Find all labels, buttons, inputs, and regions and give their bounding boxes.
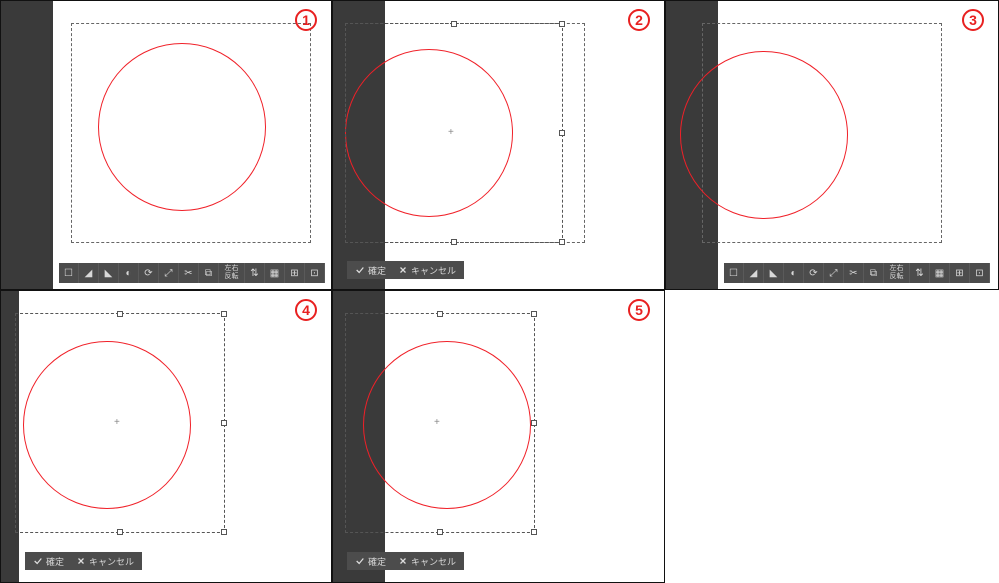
handle-right-mid[interactable] [531, 420, 537, 426]
handle-bottom-right[interactable] [559, 239, 565, 245]
step-badge: 4 [295, 299, 317, 321]
panel-step-2: + 2 確定 キャンセル [332, 0, 665, 290]
cancel-button[interactable]: キャンセル [394, 264, 460, 277]
step-badge: 2 [628, 9, 650, 31]
tool-flip-horizontal[interactable]: 左右 反転 [884, 263, 910, 283]
tool-copy-icon[interactable]: ⧉ [199, 263, 219, 283]
tool-flip-vertical-icon[interactable]: ⇅ [245, 263, 265, 283]
drawn-circle [363, 341, 531, 509]
confirm-button[interactable]: 確定 [351, 555, 390, 568]
editor-canvas[interactable] [53, 1, 331, 289]
selection-toolbar: ☐ ◢ ◣ ◐ ⟳ ⤢ ✂ ⧉ 左右 反転 ⇅ ▦ ⊞ ⊡ [724, 263, 990, 283]
tool-flip-vertical-icon[interactable]: ⇅ [910, 263, 930, 283]
tool-crop-icon[interactable]: ◢ [744, 263, 764, 283]
drawn-circle [680, 51, 848, 219]
tool-cut-icon[interactable]: ✂ [844, 263, 864, 283]
handle-top-right[interactable] [559, 21, 565, 27]
handle-bottom-mid[interactable] [451, 239, 457, 245]
tool-grid-icon[interactable]: ▦ [930, 263, 950, 283]
tool-scale-icon[interactable]: ⤢ [824, 263, 844, 283]
cancel-label: キャンセル [411, 264, 456, 277]
cancel-label: キャンセル [89, 555, 134, 568]
tool-copy-icon[interactable]: ⧉ [864, 263, 884, 283]
drawn-circle [98, 43, 266, 211]
handle-right-mid[interactable] [221, 420, 227, 426]
check-icon [33, 556, 43, 566]
handle-top-mid[interactable] [117, 311, 123, 317]
step-badge: 3 [962, 9, 984, 31]
handle-bottom-mid[interactable] [437, 529, 443, 535]
transform-confirm-bar: 確定 キャンセル [347, 261, 464, 279]
tool-deselect-icon[interactable]: ☐ [724, 263, 744, 283]
handle-top-right[interactable] [221, 311, 227, 317]
check-icon [355, 265, 365, 275]
tool-rotate-icon[interactable]: ⟳ [139, 263, 159, 283]
step-badge: 1 [295, 9, 317, 31]
panel-step-5: + 5 確定 キャンセル [332, 290, 665, 583]
step-badge: 5 [628, 299, 650, 321]
tool-hue-icon[interactable]: ◐ [119, 263, 139, 283]
tool-guide-icon[interactable]: ⊡ [970, 263, 990, 283]
tool-grid-icon[interactable]: ▦ [265, 263, 285, 283]
confirm-button[interactable]: 確定 [351, 264, 390, 277]
transform-anchor-icon[interactable]: + [448, 127, 454, 138]
close-icon [76, 556, 86, 566]
tool-crop-icon[interactable]: ◢ [79, 263, 99, 283]
tool-snap-icon[interactable]: ⊞ [285, 263, 305, 283]
panel-step-3: 3 ☐ ◢ ◣ ◐ ⟳ ⤢ ✂ ⧉ 左右 反転 ⇅ ▦ ⊞ ⊡ [665, 0, 999, 290]
tool-hue-icon[interactable]: ◐ [784, 263, 804, 283]
confirm-button[interactable]: 確定 [29, 555, 68, 568]
handle-right-mid[interactable] [559, 130, 565, 136]
confirm-label: 確定 [46, 555, 64, 568]
editor-canvas[interactable]: + [385, 291, 664, 582]
tool-deselect-icon[interactable]: ☐ [59, 263, 79, 283]
tool-snap-icon[interactable]: ⊞ [950, 263, 970, 283]
check-icon [355, 556, 365, 566]
editor-canvas[interactable]: + [19, 291, 331, 582]
tool-rotate-icon[interactable]: ⟳ [804, 263, 824, 283]
panel-step-4: + 4 確定 キャンセル [0, 290, 332, 583]
transform-bounding-box[interactable]: + [345, 23, 563, 243]
handle-bottom-right[interactable] [221, 529, 227, 535]
tool-flip-horizontal[interactable]: 左右 反転 [219, 263, 245, 283]
tool-tone-icon[interactable]: ◣ [764, 263, 784, 283]
confirm-label: 確定 [368, 555, 386, 568]
close-icon [398, 265, 408, 275]
handle-top-mid[interactable] [451, 21, 457, 27]
transform-confirm-bar: 確定 キャンセル [347, 552, 464, 570]
handle-top-mid[interactable] [437, 311, 443, 317]
close-icon [398, 556, 408, 566]
transform-confirm-bar: 確定 キャンセル [25, 552, 142, 570]
tool-scale-icon[interactable]: ⤢ [159, 263, 179, 283]
drawn-circle [23, 341, 191, 509]
handle-bottom-mid[interactable] [117, 529, 123, 535]
panel-step-1: 1 ☐ ◢ ◣ ◐ ⟳ ⤢ ✂ ⧉ 左右 反転 ⇅ ▦ ⊞ ⊡ [0, 0, 332, 290]
selection-toolbar: ☐ ◢ ◣ ◐ ⟳ ⤢ ✂ ⧉ 左右 反転 ⇅ ▦ ⊞ ⊡ [59, 263, 325, 283]
editor-sidebar [1, 1, 53, 289]
handle-bottom-right[interactable] [531, 529, 537, 535]
tool-tone-icon[interactable]: ◣ [99, 263, 119, 283]
handle-top-right[interactable] [531, 311, 537, 317]
confirm-label: 確定 [368, 264, 386, 277]
editor-canvas[interactable]: + [385, 1, 664, 289]
cancel-button[interactable]: キャンセル [72, 555, 138, 568]
tool-guide-icon[interactable]: ⊡ [305, 263, 325, 283]
cancel-button[interactable]: キャンセル [394, 555, 460, 568]
tool-cut-icon[interactable]: ✂ [179, 263, 199, 283]
editor-canvas[interactable] [718, 1, 998, 289]
cancel-label: キャンセル [411, 555, 456, 568]
